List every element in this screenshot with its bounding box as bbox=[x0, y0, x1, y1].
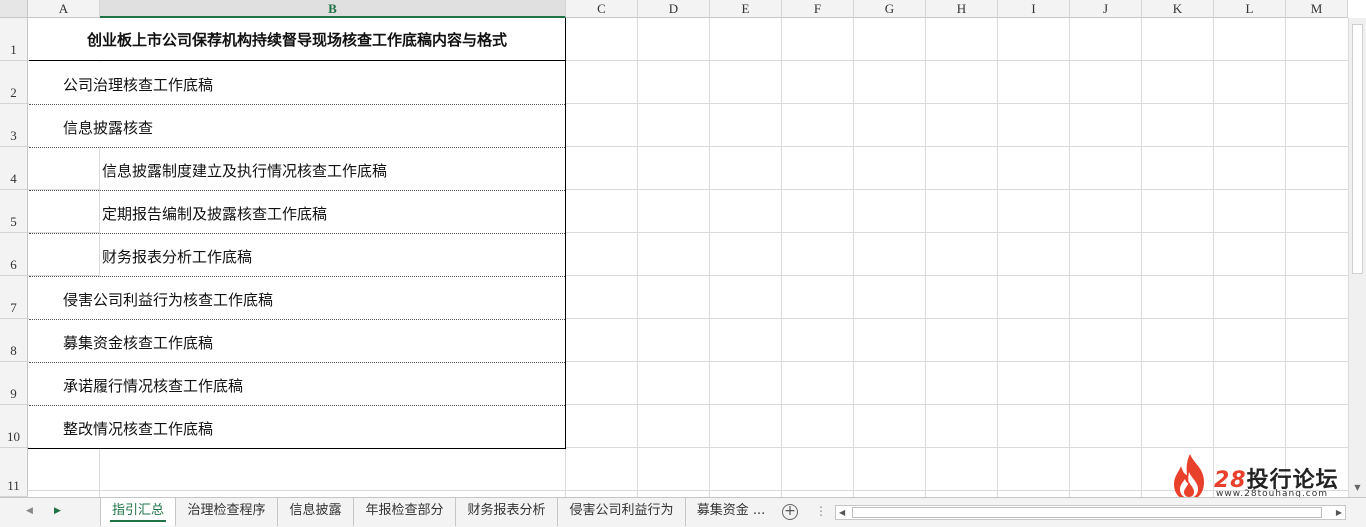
horizontal-scroll-thumb[interactable] bbox=[852, 507, 1322, 518]
forum-logo: 28投行论坛 www.28touhang.com bbox=[1168, 452, 1348, 497]
add-sheet-icon[interactable]: + bbox=[782, 504, 798, 520]
cell-b6[interactable]: 财务报表分析工作底稿 bbox=[100, 234, 565, 276]
cell-a7-merged[interactable]: 侵害公司利益行为核查工作底稿 bbox=[29, 277, 565, 319]
scroll-down-arrow-icon[interactable]: ▼ bbox=[1349, 481, 1366, 495]
row-header-8[interactable]: 8 bbox=[0, 319, 28, 362]
sheet-tab-bar: ◀ ▶ 指引汇总 治理检查程序 信息披露 年报检查部分 财务报表分析 侵害公司利… bbox=[0, 497, 1366, 527]
cell-a8-merged[interactable]: 募集资金核查工作底稿 bbox=[29, 320, 565, 362]
row-header-1[interactable]: 1 bbox=[0, 18, 28, 61]
column-header-e[interactable]: E bbox=[710, 0, 782, 18]
entry-text: 募集资金核查工作底稿 bbox=[63, 334, 214, 352]
title-cell[interactable]: 创业板上市公司保荐机构持续督导现场核查工作底稿内容与格式 bbox=[29, 18, 565, 61]
scroll-left-arrow-icon[interactable]: ◀ bbox=[839, 506, 845, 519]
column-header-d[interactable]: D bbox=[638, 0, 710, 18]
entry-text: 信息披露制度建立及执行情况核查工作底稿 bbox=[102, 162, 388, 180]
entry-text: 整改情况核查工作底稿 bbox=[63, 420, 214, 438]
row-header-4[interactable]: 4 bbox=[0, 147, 28, 190]
tab-zhili-jiancha[interactable]: 治理检查程序 bbox=[176, 498, 278, 526]
vertical-scrollbar[interactable]: ▼ bbox=[1348, 18, 1366, 497]
gridline bbox=[1285, 18, 1286, 497]
gridline bbox=[853, 18, 854, 497]
column-header-j[interactable]: J bbox=[1070, 0, 1142, 18]
prev-sheet-icon[interactable]: ◀ bbox=[26, 506, 33, 516]
tab-xinxi-pilu[interactable]: 信息披露 bbox=[278, 498, 354, 526]
select-all-corner[interactable] bbox=[0, 0, 28, 18]
gridline bbox=[28, 490, 1348, 491]
column-header-b[interactable]: B bbox=[100, 0, 566, 18]
horizontal-scrollbar[interactable]: ◀ ▶ bbox=[835, 505, 1346, 520]
entry-text: 信息披露核查 bbox=[63, 119, 154, 137]
entry-text: 定期报告编制及披露核查工作底稿 bbox=[102, 205, 328, 223]
scroll-right-arrow-icon[interactable]: ▶ bbox=[1336, 506, 1342, 519]
gridline bbox=[637, 18, 638, 497]
gridline bbox=[565, 18, 566, 497]
tab-muji-zijin[interactable]: 募集资金 ... bbox=[686, 498, 776, 526]
row-header-2[interactable]: 2 bbox=[0, 61, 28, 104]
gridline bbox=[709, 18, 710, 497]
cell-border bbox=[29, 276, 565, 277]
cell-a9-merged[interactable]: 承诺履行情况核查工作底稿 bbox=[29, 363, 565, 405]
column-header-m[interactable]: M bbox=[1286, 0, 1348, 18]
cell-b4[interactable]: 信息披露制度建立及执行情况核查工作底稿 bbox=[100, 148, 565, 190]
entry-text: 承诺履行情况核查工作底稿 bbox=[63, 377, 244, 395]
row-header-5[interactable]: 5 bbox=[0, 190, 28, 233]
gridline bbox=[997, 18, 998, 497]
spreadsheet-grid[interactable]: A B C D E F G H I J K L M 1 2 3 4 5 6 7 … bbox=[0, 0, 1366, 497]
cell-border bbox=[29, 104, 565, 105]
entry-text: 公司治理核查工作底稿 bbox=[63, 76, 214, 94]
gridline bbox=[925, 18, 926, 497]
column-header-k[interactable]: K bbox=[1142, 0, 1214, 18]
cell-border bbox=[29, 190, 565, 191]
column-header-f[interactable]: F bbox=[782, 0, 854, 18]
cell-border bbox=[29, 405, 565, 406]
tab-qinhai-gongsi[interactable]: 侵害公司利益行为 bbox=[558, 498, 686, 526]
column-header-g[interactable]: G bbox=[854, 0, 926, 18]
column-header-a[interactable]: A bbox=[28, 0, 100, 18]
row-header-11[interactable]: 11 bbox=[0, 448, 28, 497]
cell-border bbox=[29, 147, 565, 148]
column-header-i[interactable]: I bbox=[998, 0, 1070, 18]
cell-b5[interactable]: 定期报告编制及披露核查工作底稿 bbox=[100, 191, 565, 233]
entry-text: 财务报表分析工作底稿 bbox=[102, 248, 253, 266]
tab-splitter-icon[interactable]: ⋮ bbox=[815, 504, 827, 518]
tab-zhiyin-huizong[interactable]: 指引汇总 bbox=[100, 498, 176, 526]
gridline bbox=[781, 18, 782, 497]
column-header-l[interactable]: L bbox=[1214, 0, 1286, 18]
tab-caiwu-baobiao[interactable]: 财务报表分析 bbox=[456, 498, 558, 526]
flame-icon bbox=[1174, 454, 1204, 497]
tab-nianbao-jiancha[interactable]: 年报检查部分 bbox=[354, 498, 456, 526]
cell-border bbox=[29, 233, 565, 234]
column-header-h[interactable]: H bbox=[926, 0, 998, 18]
gridline bbox=[1213, 18, 1214, 497]
cell-a2-merged[interactable]: 公司治理核查工作底稿 bbox=[29, 62, 565, 104]
row-header-6[interactable]: 6 bbox=[0, 233, 28, 276]
gridline bbox=[1141, 18, 1142, 497]
column-header-c[interactable]: C bbox=[566, 0, 638, 18]
cell-a3-merged[interactable]: 信息披露核查 bbox=[29, 105, 565, 147]
next-sheet-icon[interactable]: ▶ bbox=[54, 506, 61, 516]
row-header-3[interactable]: 3 bbox=[0, 104, 28, 147]
cell-a10-merged[interactable]: 整改情况核查工作底稿 bbox=[29, 406, 565, 448]
logo-url: www.28touhang.com bbox=[1216, 489, 1329, 497]
gridline bbox=[1069, 18, 1070, 497]
row-header-9[interactable]: 9 bbox=[0, 362, 28, 405]
entry-text: 侵害公司利益行为核查工作底稿 bbox=[63, 291, 274, 309]
row-header-10[interactable]: 10 bbox=[0, 405, 28, 448]
vertical-scroll-thumb[interactable] bbox=[1352, 24, 1363, 274]
row-header-7[interactable]: 7 bbox=[0, 276, 28, 319]
cell-border bbox=[29, 362, 565, 363]
cell-border bbox=[29, 319, 565, 320]
